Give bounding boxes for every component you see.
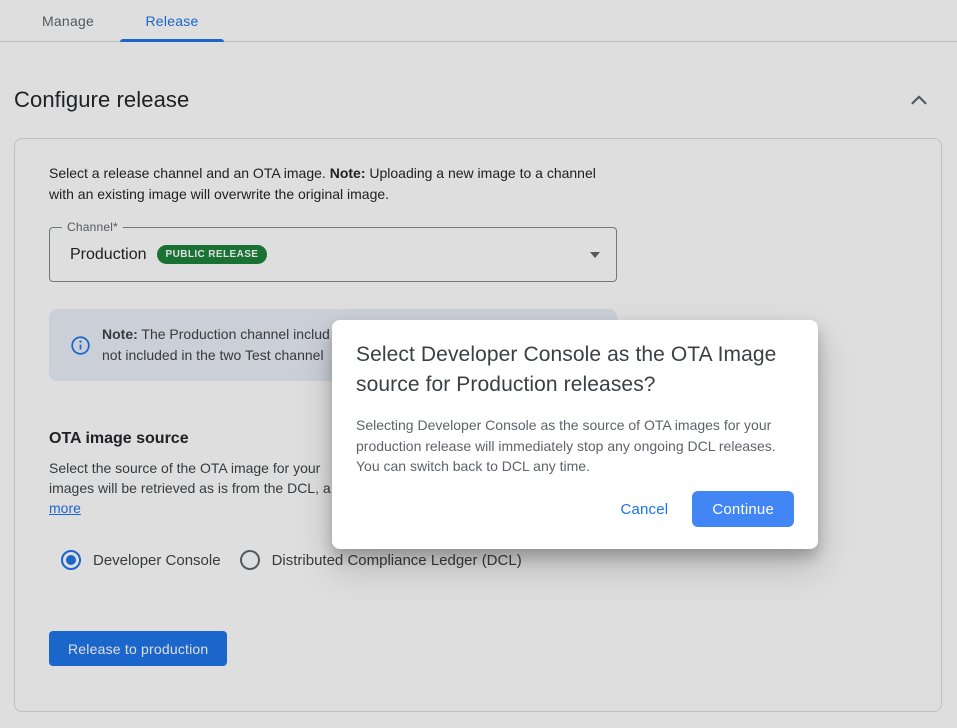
dialog-actions: Cancel Continue — [610, 491, 794, 527]
cancel-button[interactable]: Cancel — [610, 493, 678, 526]
confirm-dialog: Select Developer Console as the OTA Imag… — [332, 320, 818, 549]
dialog-title: Select Developer Console as the OTA Imag… — [356, 340, 796, 400]
continue-button[interactable]: Continue — [692, 491, 794, 527]
page: { "tabs": { "manage": "Manage", "release… — [0, 0, 957, 728]
dialog-body: Selecting Developer Console as the sourc… — [356, 415, 794, 477]
